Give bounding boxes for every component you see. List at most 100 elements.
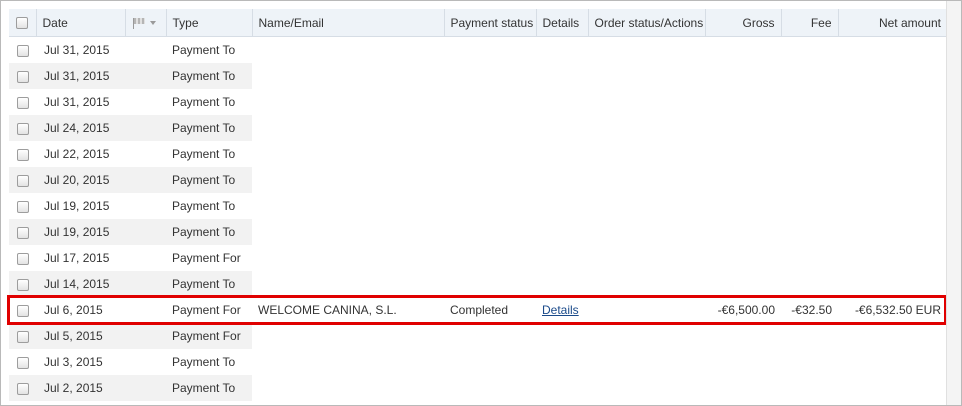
details-link[interactable]: Details <box>542 303 579 317</box>
row-fee <box>781 245 838 271</box>
row-type: Payment For <box>172 251 241 265</box>
column-header-type[interactable]: Type <box>165 9 252 37</box>
column-header-details: Details <box>535 9 588 37</box>
row-type: Payment To <box>172 95 236 109</box>
row-date: Jul 22, 2015 <box>44 147 110 161</box>
row-type: Payment For <box>172 303 241 317</box>
row-details <box>536 375 588 401</box>
row-checkbox[interactable] <box>16 382 29 395</box>
table-row[interactable]: Jul 31, 2015 Payment To <box>9 63 947 89</box>
row-flag <box>125 219 166 245</box>
row-flag <box>125 63 166 89</box>
table-row[interactable]: Jul 24, 2015 Payment To <box>9 115 947 141</box>
row-payment-status <box>444 323 536 349</box>
row-order-status <box>588 89 705 115</box>
row-type: Payment To <box>172 43 236 57</box>
row-date: Jul 6, 2015 <box>44 303 103 317</box>
row-flag <box>125 375 166 401</box>
row-checkbox[interactable] <box>16 356 29 369</box>
table-row[interactable]: Jul 14, 2015 Payment To <box>9 271 947 297</box>
row-date: Jul 5, 2015 <box>36 323 125 349</box>
row-type: Payment To <box>172 147 236 161</box>
row-flag <box>125 349 166 375</box>
table-row[interactable]: Jul 2, 2015 Payment To <box>9 375 947 401</box>
row-checkbox[interactable] <box>16 278 29 291</box>
row-fee <box>781 141 838 167</box>
table-row[interactable]: Jul 19, 2015 Payment To <box>9 219 947 245</box>
row-type: Payment To <box>166 375 252 401</box>
row-date: Jul 24, 2015 <box>36 115 125 141</box>
row-gross <box>705 219 781 245</box>
row-order-status <box>588 141 705 167</box>
row-name-email <box>252 37 444 64</box>
table-row[interactable]: Jul 17, 2015 Payment For <box>9 245 947 271</box>
table-row[interactable]: Jul 22, 2015 Payment To <box>9 141 947 167</box>
row-checkbox[interactable] <box>16 44 29 57</box>
select-all-checkbox[interactable] <box>16 17 29 30</box>
row-checkbox-cell <box>9 89 36 115</box>
row-name-email <box>252 323 444 349</box>
row-checkbox[interactable] <box>16 226 29 239</box>
row-order-status <box>588 37 705 64</box>
column-header-net-amount[interactable]: Net amount <box>837 9 947 37</box>
row-checkbox-cell <box>9 375 36 401</box>
row-fee <box>781 323 838 349</box>
row-net-amount <box>838 141 947 167</box>
table-row[interactable]: Jul 3, 2015 Payment To <box>9 349 947 375</box>
row-checkbox[interactable] <box>16 252 29 265</box>
row-checkbox[interactable] <box>16 174 29 187</box>
row-name-email <box>252 115 444 141</box>
column-header-gross[interactable]: Gross <box>704 9 781 37</box>
column-header-date[interactable]: Date <box>35 9 125 37</box>
row-net-amount <box>838 193 947 219</box>
flag-filter[interactable] <box>124 9 166 37</box>
row-checkbox[interactable] <box>16 70 29 83</box>
row-checkbox[interactable] <box>16 200 29 213</box>
row-checkbox[interactable] <box>16 330 29 343</box>
row-gross <box>705 271 781 297</box>
table-row[interactable]: Jul 20, 2015 Payment To <box>9 167 947 193</box>
row-date: Jul 31, 2015 <box>36 63 125 89</box>
row-net-amount <box>838 323 947 349</box>
row-checkbox-cell <box>9 297 36 323</box>
row-net-amount <box>838 349 947 375</box>
flag-icon <box>132 17 146 30</box>
row-date: Jul 20, 2015 <box>36 167 125 193</box>
table-row[interactable]: Jul 19, 2015 Payment To <box>9 193 947 219</box>
row-name-email <box>252 141 444 167</box>
row-type: Payment To <box>166 167 252 193</box>
row-flag <box>125 193 166 219</box>
row-payment-status <box>444 63 536 89</box>
row-flag <box>125 297 166 323</box>
row-order-status <box>588 115 705 141</box>
row-checkbox[interactable] <box>16 304 29 317</box>
table-row[interactable]: Jul 31, 2015 Payment To <box>9 37 947 64</box>
row-details <box>536 141 588 167</box>
row-details <box>536 219 588 245</box>
row-flag <box>125 37 166 64</box>
row-type: Payment For <box>166 323 252 349</box>
row-type: Payment To <box>166 271 252 297</box>
row-fee <box>781 349 838 375</box>
transactions-table: Date Type Name/Email Payment status Deta… <box>9 9 947 401</box>
row-payment-status <box>444 193 536 219</box>
row-checkbox[interactable] <box>16 148 29 161</box>
row-details <box>536 349 588 375</box>
scrollbar[interactable] <box>946 1 961 405</box>
row-checkbox[interactable] <box>16 96 29 109</box>
column-header-fee[interactable]: Fee <box>780 9 838 37</box>
column-header-name-email[interactable]: Name/Email <box>251 9 444 37</box>
table-row[interactable]: Jul 31, 2015 Payment To <box>9 89 947 115</box>
row-checkbox-cell <box>9 323 36 349</box>
row-name-email <box>252 167 444 193</box>
table-row[interactable]: Jul 6, 2015 Payment For WELCOME CANINA, S.… <box>9 297 947 323</box>
row-order-status <box>588 297 705 323</box>
row-details <box>536 193 588 219</box>
row-net-amount <box>838 245 947 271</box>
row-fee <box>781 89 838 115</box>
row-details <box>536 245 588 271</box>
table-row[interactable]: Jul 5, 2015 Payment For <box>9 323 947 349</box>
row-checkbox[interactable] <box>16 122 29 135</box>
row-checkbox-cell <box>9 193 36 219</box>
column-header-payment-status[interactable]: Payment status <box>443 9 536 37</box>
